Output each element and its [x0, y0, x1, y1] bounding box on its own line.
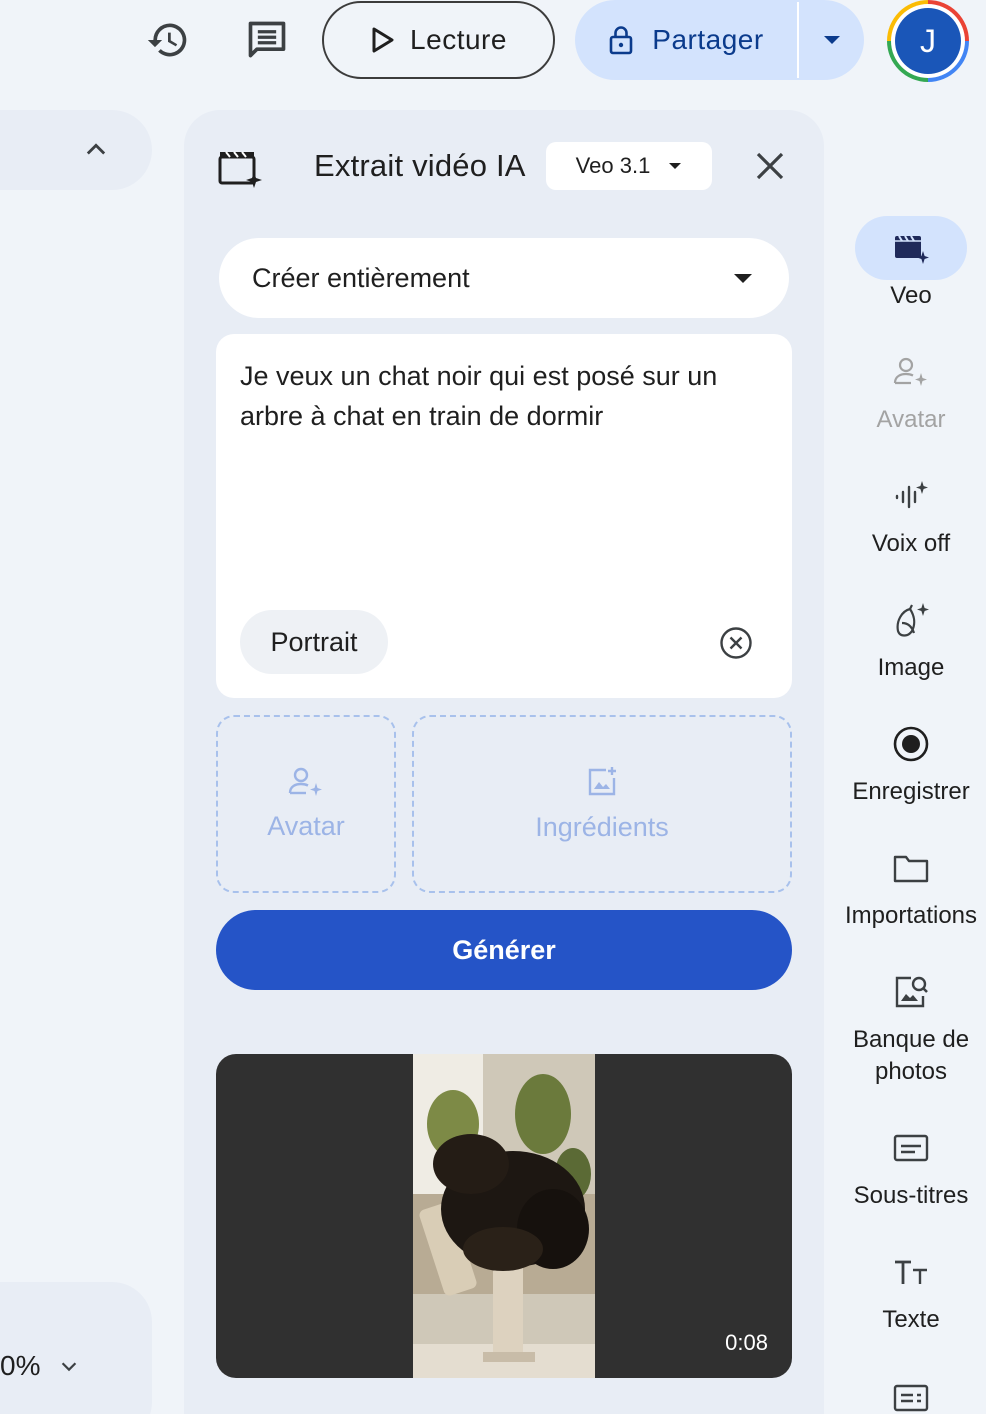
voiceover-icon-container [855, 464, 967, 528]
panel-header: Extrait vidéo IA Veo 3.1 [218, 140, 798, 200]
avatar-add-icon [288, 767, 322, 796]
rail-item-stock-photos[interactable]: Banque de photos [836, 960, 986, 1088]
generate-button[interactable]: Générer [216, 910, 792, 990]
veo-icon-container [855, 216, 967, 280]
rail-label-voiceover: Voix off [871, 530, 951, 557]
orientation-chip[interactable]: Portrait [240, 610, 388, 674]
history-button[interactable] [140, 12, 196, 68]
mode-select[interactable]: Créer entièrement [219, 238, 789, 318]
record-icon [893, 726, 929, 762]
rail-label-stock-photos: Banque de photos [852, 1026, 970, 1085]
rail-item-record[interactable]: Enregistrer [836, 712, 986, 808]
comments-button[interactable] [239, 12, 295, 68]
image-icon-container [855, 588, 967, 652]
top-bar: Lecture Partager J [0, 0, 986, 96]
rail-label-avatar: Avatar [876, 406, 946, 433]
voiceover-icon [895, 481, 928, 509]
subtitles-icon-container [855, 1116, 967, 1180]
video-preview[interactable]: 0:08 [216, 1054, 792, 1378]
add-image-icon [588, 766, 616, 795]
avatar-ring-inner: J [891, 4, 965, 78]
video-thumbnail [413, 1054, 595, 1378]
text-icon-container [855, 1240, 967, 1304]
stock-photos-icon-container [855, 960, 967, 1024]
ingredients-dropzone-label: Ingrédients [535, 811, 669, 842]
veo-icon [895, 235, 929, 264]
share-options-button[interactable] [799, 0, 864, 80]
panel-title: Extrait vidéo IA [314, 148, 526, 183]
close-icon [756, 152, 784, 180]
rail-item-subtitles[interactable]: Sous-titres [836, 1116, 986, 1212]
rail-label-image: Image [877, 654, 945, 681]
avatar-dropzone-label: Avatar [267, 810, 345, 841]
ai-video-panel: Extrait vidéo IA Veo 3.1 Créer entièreme… [184, 110, 824, 1414]
record-icon-container [855, 712, 967, 776]
cancel-circle-icon [720, 627, 752, 659]
chevron-up-icon [86, 143, 106, 155]
rail-item-more[interactable] [836, 1366, 986, 1414]
play-label: Lecture [410, 24, 507, 55]
rail-item-text[interactable]: Texte [836, 1240, 986, 1336]
image-banana-icon [896, 603, 929, 637]
chevron-down-icon [62, 1362, 77, 1372]
history-icon [147, 23, 187, 57]
rail-item-image[interactable]: Image [836, 588, 986, 684]
rail-item-uploads[interactable]: Importations [836, 836, 986, 932]
rail-label-uploads: Importations [844, 902, 978, 929]
prompt-box[interactable]: Je veux un chat noir qui est posé sur un… [216, 334, 792, 698]
caret-down-icon [669, 163, 682, 169]
rail-label-text: Texte [882, 1306, 940, 1333]
stock-photos-icon [895, 976, 928, 1008]
caret-down-icon [823, 36, 840, 44]
folder-icon-container [855, 836, 967, 900]
video-sparkle-icon [218, 151, 262, 188]
share-button-group: Partager [575, 0, 864, 80]
caret-down-icon [734, 273, 752, 283]
zoom-select[interactable]: 0% [0, 1350, 80, 1382]
share-label: Partager [652, 24, 764, 55]
zoom-control-container [0, 1282, 152, 1414]
rail-label-veo: Veo [890, 282, 932, 309]
avatar-add-icon [893, 357, 927, 386]
play-button[interactable]: Lecture [322, 1, 555, 79]
text-icon [895, 1260, 927, 1284]
avatar-dropzone[interactable]: Avatar [216, 715, 396, 893]
rail-item-avatar[interactable]: Avatar [836, 340, 986, 436]
zoom-value: 0% [0, 1350, 41, 1381]
rail-item-voiceover[interactable]: Voix off [836, 464, 986, 560]
account-avatar-button[interactable]: J [887, 0, 969, 82]
model-select[interactable]: Veo 3.1 [546, 142, 712, 190]
share-button[interactable]: Partager [575, 0, 797, 80]
comment-icon [248, 21, 286, 58]
clear-prompt-button[interactable] [716, 623, 756, 663]
rail-label-record: Enregistrer [852, 778, 970, 805]
more-tool-icon-container [855, 1366, 967, 1414]
folder-icon [893, 855, 929, 883]
lock-icon [609, 26, 633, 55]
video-duration: 0:08 [725, 1330, 768, 1355]
subtitles-icon [893, 1134, 929, 1162]
play-icon [372, 27, 394, 53]
cat-video-thumbnail [413, 1054, 595, 1378]
prompt-input[interactable]: Je veux un chat noir qui est posé sur un… [240, 356, 760, 436]
collapsed-section[interactable] [0, 110, 152, 190]
ingredients-dropzone[interactable]: Ingrédients [412, 715, 792, 893]
rail-label-subtitles: Sous-titres [853, 1182, 969, 1209]
model-value: Veo 3.1 [575, 153, 651, 178]
avatar: J [895, 8, 961, 74]
avatar-icon-container [855, 340, 967, 404]
close-panel-button[interactable] [746, 142, 794, 190]
caption-block-icon [893, 1384, 929, 1412]
mode-value: Créer entièrement [252, 262, 470, 293]
rail-item-veo[interactable]: Veo [836, 216, 986, 312]
